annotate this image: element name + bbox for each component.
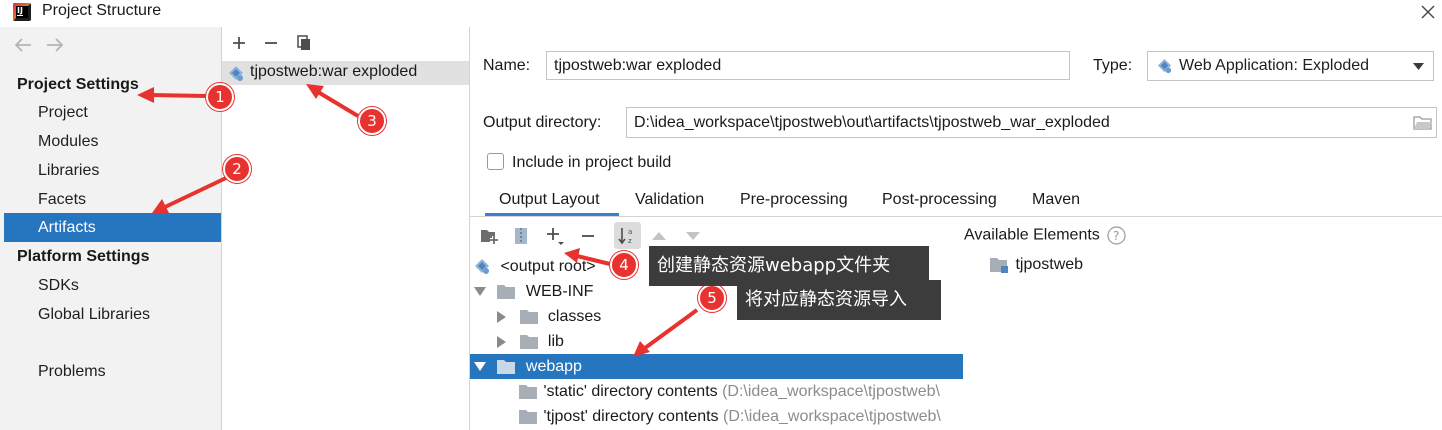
annotation-tip-5: 将对应静态资源导入 xyxy=(737,280,941,320)
annotation-badge-3: 3 xyxy=(358,107,386,135)
annotation-arrows xyxy=(137,84,699,357)
annotation-badge-2: 2 xyxy=(223,155,251,183)
annotation-badge-1: 1 xyxy=(206,83,234,111)
annotation-badge-5: 5 xyxy=(698,284,726,312)
annotation-badge-4: 4 xyxy=(610,251,638,279)
